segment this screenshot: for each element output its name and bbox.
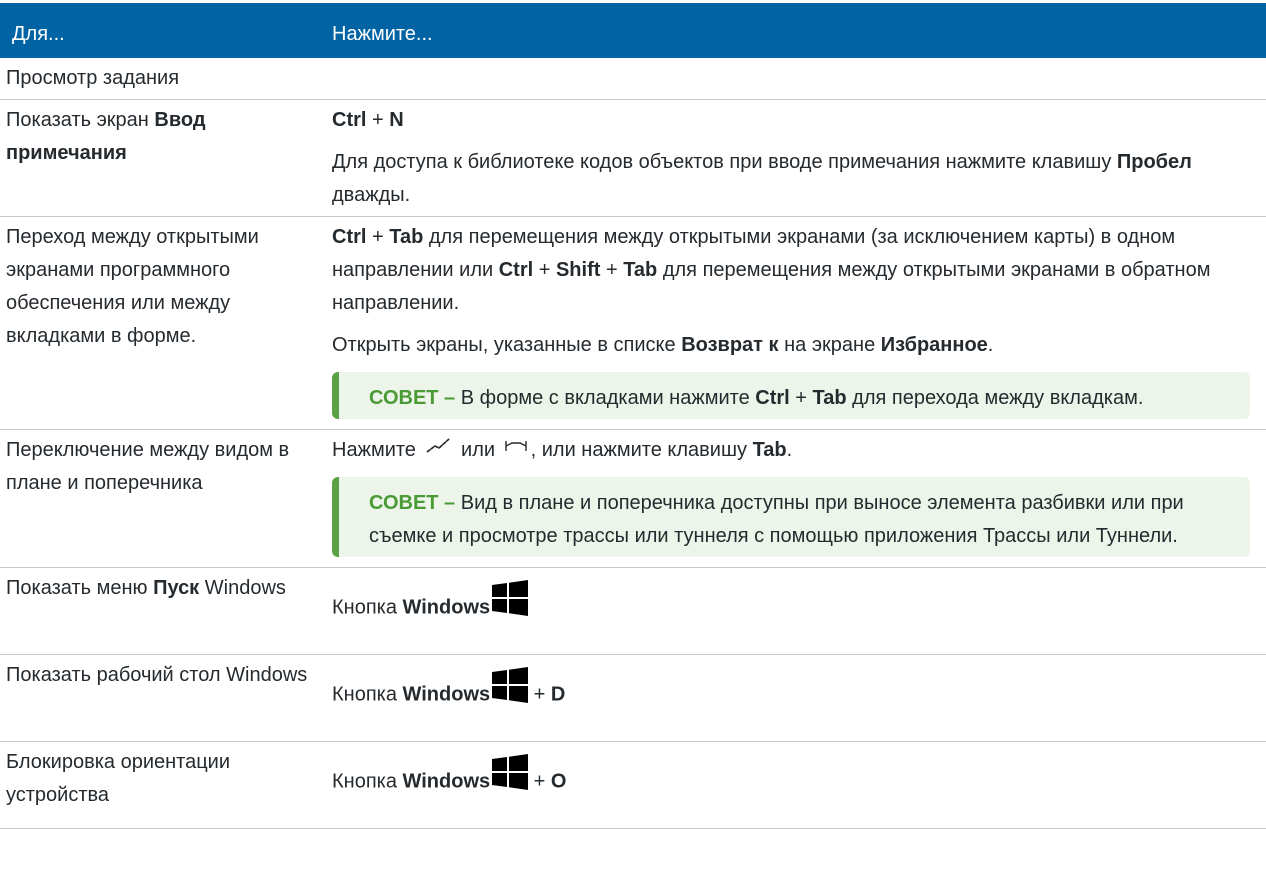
tip-label: СОВЕТ – — [369, 492, 456, 515]
tip-box: СОВЕТ – Вид в плане и поперечника доступ… — [332, 477, 1250, 558]
header-col-press: Нажмите... — [320, 0, 1266, 58]
table-row: Показать меню Пуск Windows Кнопка Window… — [0, 567, 1266, 656]
windows-logo-icon — [492, 754, 529, 791]
table-row: Блокировка ориентации устройства Кнопка … — [0, 741, 1266, 830]
table-row: Переключение между видом в плане и попер… — [0, 429, 1266, 569]
row-keys: Нажмите или , или нажмите клавишу Tab. С… — [320, 429, 1266, 569]
header-col-for: Для... — [0, 0, 320, 58]
row-action: Показать рабочий стол Windows — [0, 654, 320, 743]
windows-logo-icon — [492, 580, 529, 617]
section-row: Просмотр задания — [0, 58, 1266, 100]
cross-section-icon[interactable] — [504, 432, 527, 465]
plan-view-icon[interactable] — [425, 432, 451, 465]
table-header-row: Для... Нажмите... — [0, 0, 1266, 58]
table-row: Показать экран Ввод примечания Ctrl + N … — [0, 99, 1266, 217]
row-action: Блокировка ориентации устройства — [0, 741, 320, 830]
row-keys: Кнопка Windows + D — [320, 654, 1266, 743]
row-action: Показать меню Пуск Windows — [0, 567, 320, 656]
row-action: Переход между открытыми экранами програм… — [0, 216, 320, 430]
row-action: Переключение между видом в плане и попер… — [0, 429, 320, 569]
row-keys: Ctrl + N Для доступа к библиотеке кодов … — [320, 99, 1266, 217]
tip-label: СОВЕТ – — [369, 387, 456, 409]
windows-logo-icon — [492, 667, 529, 704]
table-row: Переход между открытыми экранами програм… — [0, 216, 1266, 430]
shortcuts-table: Для... Нажмите... Просмотр задания Показ… — [0, 0, 1266, 830]
tip-box: СОВЕТ – В форме с вкладками нажмите Ctrl… — [332, 372, 1250, 419]
table-row: Показать рабочий стол Windows Кнопка Win… — [0, 654, 1266, 743]
section-title: Просмотр задания — [0, 58, 1266, 100]
row-keys: Ctrl + Tab для перемещения между открыты… — [320, 216, 1266, 430]
row-action: Показать экран Ввод примечания — [0, 99, 320, 217]
row-keys: Кнопка Windows + O — [320, 741, 1266, 830]
row-keys: Кнопка Windows — [320, 567, 1266, 656]
